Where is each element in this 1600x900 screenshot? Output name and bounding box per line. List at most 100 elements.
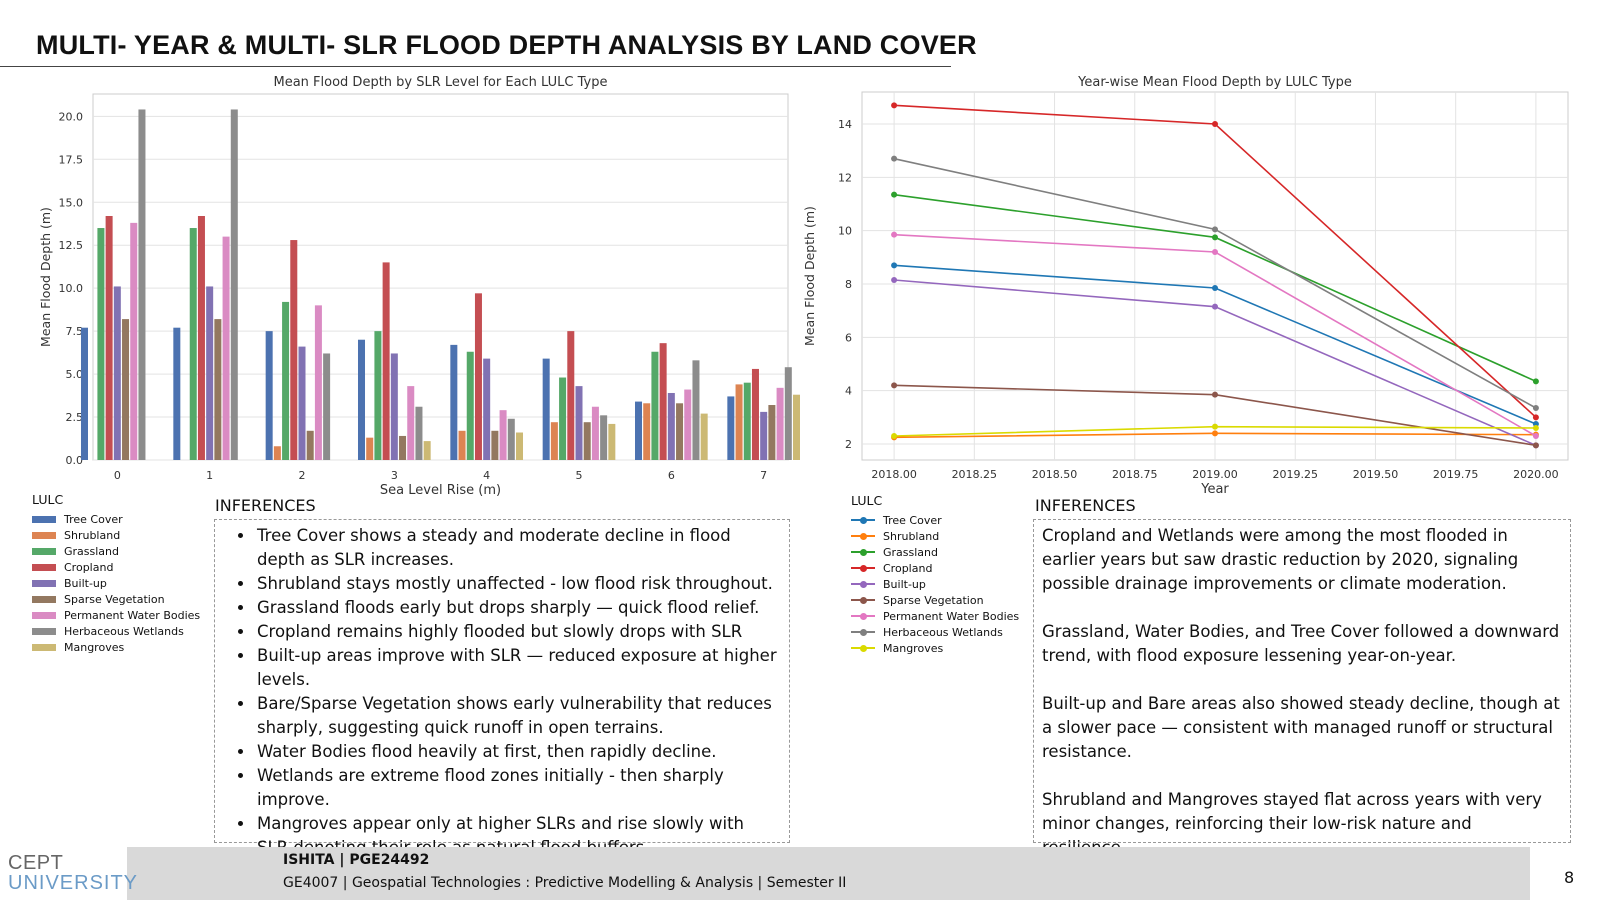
bar-chart-title: Mean Flood Depth by SLR Level for Each L… (274, 75, 608, 90)
line-point (1212, 430, 1218, 437)
line-point (891, 102, 898, 109)
bar-legend-item: Sparse Vegetation (32, 591, 200, 607)
bar (323, 353, 331, 460)
line-y-tick-label: 6 (845, 331, 852, 344)
bar (265, 331, 273, 460)
line-legend-label: Permanent Water Bodies (883, 609, 1020, 623)
bar (684, 389, 692, 460)
bar-x-tick-label: 1 (206, 469, 213, 482)
line-legend-label: Herbaceous Wetlands (883, 625, 1003, 639)
line-legend-swatch (851, 513, 875, 527)
bar-legend-item: Shrubland (32, 527, 200, 543)
bar-y-tick-label: 0.0 (66, 454, 84, 467)
line-point (891, 191, 898, 198)
inference-item: Wetlands are extreme flood zones initial… (255, 764, 779, 812)
footer-author: ISHITA | PGE24492 (283, 852, 430, 868)
bar (138, 109, 146, 461)
bar (105, 216, 113, 460)
bar-legend-swatch (32, 579, 56, 587)
bar-x-tick-label: 6 (668, 469, 675, 482)
bar (784, 367, 792, 460)
bar (423, 441, 431, 460)
line-point (891, 155, 898, 162)
right-inferences-box: Cropland and Wetlands were among the mos… (1033, 519, 1571, 857)
bar (222, 236, 230, 460)
bar (357, 339, 366, 460)
bar-x-axis-label: Sea Level Rise (m) (380, 483, 501, 498)
bar-legend-items: Tree Cover Shrubland Grassland Cropland Buil… (32, 511, 200, 655)
bar (651, 351, 659, 460)
bar-legend-item: Mangroves (32, 639, 200, 655)
line-legend-swatch (851, 577, 875, 591)
line-point (1212, 303, 1218, 310)
line-point (1532, 433, 1539, 439)
line-legend-item: Shrubland (851, 528, 1019, 544)
footer-bar (0, 847, 1600, 900)
bar-x-tick-label: 5 (576, 469, 583, 482)
bar-legend-swatch (32, 627, 56, 635)
line-x-tick-label: 2019.25 (1272, 468, 1318, 481)
line-x-axis-label: Year (1200, 482, 1229, 497)
bar-y-tick-label: 10.0 (59, 282, 84, 295)
bar (567, 331, 575, 460)
bar (273, 446, 281, 460)
line-legend-item: Sparse Vegetation (851, 592, 1019, 608)
bar-y-tick-label: 15.0 (59, 196, 84, 209)
bar-legend-swatch (32, 563, 56, 571)
bar (542, 358, 550, 460)
bar (635, 401, 643, 460)
bar (583, 422, 591, 460)
bar (776, 387, 784, 460)
cept-logo: CEPT UNIVERSITY (8, 853, 138, 893)
line-legend-swatch (851, 593, 875, 607)
line-legend-label: Mangroves (883, 641, 944, 655)
bar (667, 392, 675, 460)
bar-legend-item: Herbaceous Wetlands (32, 623, 200, 639)
line-point (1212, 234, 1218, 241)
bar (366, 437, 374, 460)
bar (591, 406, 599, 460)
slide-title: MULTI- YEAR & MULTI- SLR FLOOD DEPTH ANA… (36, 30, 977, 60)
inference-item: Tree Cover shows a steady and moderate d… (255, 524, 779, 572)
inference-item: Bare/Sparse Vegetation shows early vulne… (255, 692, 779, 740)
bar (122, 319, 130, 460)
bar (206, 286, 214, 460)
bar-legend-swatch (32, 611, 56, 619)
bar (458, 430, 466, 460)
line-legend-swatch (851, 529, 875, 543)
bar (189, 228, 197, 460)
line-x-tick-label: 2019.00 (1192, 468, 1238, 481)
line-legend-item: Tree Cover (851, 512, 1019, 528)
bar-legend-label: Sparse Vegetation (64, 592, 165, 606)
line-point (1212, 391, 1218, 398)
line-legend-item: Built-up (851, 576, 1019, 592)
bar-legend-label: Permanent Water Bodies (64, 608, 201, 622)
bar-legend-item: Built-up (32, 575, 200, 591)
line-legend-items: Tree Cover Shrubland Grassland Cropland Buil… (851, 512, 1019, 656)
line-point (891, 262, 898, 269)
bar-y-tick-label: 2.5 (66, 411, 84, 424)
line-legend-swatch (851, 625, 875, 639)
bar-legend-label: Built-up (64, 576, 107, 590)
bar (173, 327, 181, 460)
bar (197, 216, 205, 460)
bar (382, 262, 390, 460)
bar-legend-swatch (32, 547, 56, 555)
line-point (1532, 442, 1539, 449)
bar-x-tick-label: 4 (483, 469, 490, 482)
line-legend-title: LULC (851, 493, 883, 508)
line-x-tick-label: 2018.50 (1032, 468, 1078, 481)
inference-item: Shrubland stays mostly unaffected - low … (255, 572, 779, 596)
bar (515, 432, 524, 460)
bar (474, 293, 482, 460)
bar (483, 358, 491, 460)
bar (214, 319, 222, 460)
bar-legend-swatch (32, 531, 56, 539)
bar-legend-label: Cropland (64, 560, 114, 574)
bar (390, 353, 398, 460)
bar-legend-item: Tree Cover (32, 511, 200, 527)
line-legend-item: Permanent Water Bodies (851, 608, 1019, 624)
bar (559, 377, 567, 460)
inference-item: Grassland floods early but drops sharply… (255, 596, 779, 620)
bar (374, 331, 382, 460)
